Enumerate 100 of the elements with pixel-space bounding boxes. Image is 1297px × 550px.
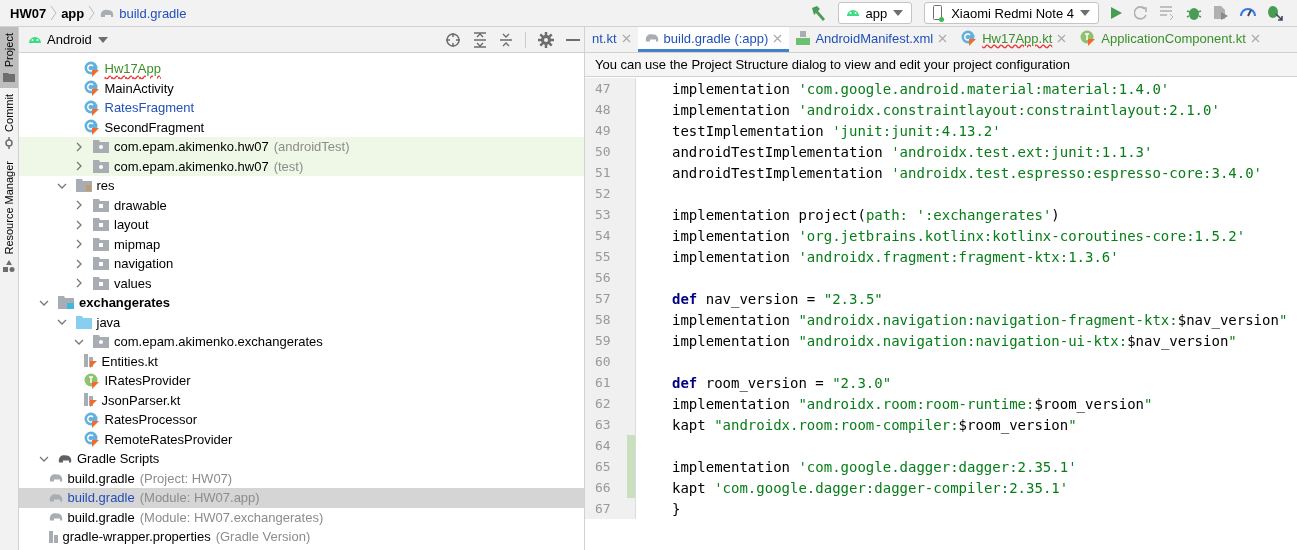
class-icon [961, 30, 978, 46]
line-number: 56 [585, 267, 636, 288]
bug-icon[interactable] [1186, 6, 1202, 20]
commit-icon [3, 137, 15, 150]
code-line: implementation 'com.google.android.material:material:1.4.0' [672, 80, 1170, 97]
tree-item[interactable]: mipmap [114, 236, 161, 252]
bug-arrow-icon[interactable] [1268, 5, 1283, 21]
line-number: 67 [585, 498, 636, 519]
line-number: 57 [585, 288, 636, 309]
tree-item[interactable]: com.epam.akimenko.hw07 [114, 158, 269, 174]
device-dropdown[interactable]: Xiaomi Redmi Note 4 [924, 2, 1099, 24]
line-number: 52 [585, 183, 636, 204]
code-line: androidTestImplementation 'androidx.test.ext:junit:1.1.3' [672, 143, 1153, 160]
file-icon [48, 530, 58, 543]
run-configuration-dropdown[interactable]: app [838, 2, 913, 24]
tree-item[interactable]: com.epam.akimenko.exchangerates [114, 334, 323, 350]
run-icon[interactable] [1111, 7, 1122, 19]
code-line: implementation "androidx.navigation:navigation-ui-ktx:$nav_version" [672, 332, 1237, 349]
breadcrumb-item[interactable]: HW07 [10, 5, 47, 21]
code-line: implementation "androidx.navigation:navigation-fragment-ktx:$nav_version" [672, 311, 1288, 328]
tree-item[interactable]: navigation [114, 256, 174, 272]
gauge-icon[interactable] [1240, 8, 1256, 18]
expand-all-icon[interactable] [473, 31, 487, 48]
package-icon [93, 335, 109, 349]
folder-icon [93, 198, 109, 212]
tree-item[interactable]: Gradle Scripts [77, 451, 160, 467]
line-number: 47 [585, 78, 636, 99]
code-line: } [672, 500, 681, 517]
breadcrumb-item[interactable]: build.gradle [99, 5, 187, 21]
line-number: 61 [585, 372, 636, 393]
collapse-all-icon[interactable] [499, 32, 513, 47]
project-view-dropdown[interactable]: Android [29, 32, 108, 47]
tab-label: build.gradle (:app) [663, 30, 769, 46]
tree-item-note: (Project: HW07) [139, 470, 233, 486]
tree-item[interactable]: build.gradle [67, 470, 135, 486]
phone-icon [933, 4, 946, 22]
file-icon [83, 354, 97, 369]
tree-item[interactable]: SecondFragment [104, 119, 205, 135]
code-line: kapt 'com.google.dagger:dagger-compiler:2.35.1' [672, 479, 1069, 496]
code-line: implementation 'androidx.constraintlayout:constraintlayout:2.1.0' [672, 101, 1220, 118]
tree-item[interactable]: build.gradle [67, 509, 135, 525]
code-line: implementation project(path: ':exchangerates') [672, 206, 1060, 223]
tree-item[interactable]: exchangerates [79, 295, 171, 311]
settings-icon[interactable] [538, 31, 554, 48]
shapes-icon [3, 259, 15, 272]
change-marker[interactable] [627, 477, 635, 498]
line-number: 62 [585, 393, 636, 414]
chevron-icon[interactable] [74, 278, 84, 289]
tree-item[interactable]: res [96, 178, 115, 194]
file-icon [83, 393, 97, 408]
minimize-icon[interactable] [566, 38, 580, 41]
editor-tab[interactable]: build.gradle (:app) [637, 27, 790, 52]
editor-tab[interactable]: nt.kt [585, 27, 638, 52]
chevron-icon[interactable] [74, 200, 84, 211]
crosshair-icon[interactable] [445, 31, 461, 48]
breadcrumb-item[interactable]: app [61, 5, 85, 21]
tree-item-note: (Gradle Version) [215, 529, 311, 545]
manifest-file-icon [796, 31, 811, 45]
tree-item[interactable]: MainActivity [104, 80, 174, 96]
tree-item[interactable]: values [114, 275, 152, 291]
tree-item[interactable]: JsonParser.kt [101, 392, 181, 408]
editor-tab[interactable]: AndroidManifest.xml [789, 27, 955, 52]
tool-window-tab[interactable]: Resource Manager [0, 155, 18, 278]
android-icon [847, 10, 860, 16]
tree-item[interactable]: drawable [114, 197, 167, 213]
close-icon[interactable] [773, 33, 783, 43]
line-number: 55 [585, 246, 636, 267]
chevron-icon[interactable] [74, 258, 84, 269]
chevron-icon[interactable] [74, 141, 84, 152]
tool-window-tab[interactable]: Commit [0, 88, 18, 156]
tree-item[interactable]: com.epam.akimenko.hw07 [114, 139, 269, 155]
tree-item[interactable]: build.gradle [67, 490, 135, 506]
caret-icon [1080, 10, 1090, 16]
tree-item-note: (test) [273, 158, 304, 174]
tree-item[interactable]: java [96, 314, 121, 330]
tree-item[interactable]: RatesProcessor [104, 412, 197, 428]
tab-label: Hw17App.kt [982, 30, 1053, 46]
folder-icon [93, 257, 109, 271]
tree-item[interactable]: gradle-wrapper.properties [62, 529, 211, 545]
chevron-icon[interactable] [74, 239, 84, 250]
tree-item[interactable]: Hw17App [104, 61, 161, 77]
tree-item[interactable]: layout [114, 217, 149, 233]
tree-item[interactable]: Entities.kt [101, 353, 158, 369]
breadcrumb-separator-icon [50, 5, 58, 21]
code-line: def room_version = "2.3.0" [672, 374, 892, 391]
editor-tab[interactable]: ApplicationComponent.kt [1073, 27, 1267, 52]
tool-window-tab[interactable]: Project [0, 27, 18, 89]
chevron-icon[interactable] [74, 219, 84, 230]
tree-item[interactable]: IRatesProvider [104, 373, 191, 389]
editor-tab[interactable]: Hw17App.kt [954, 27, 1074, 52]
change-marker[interactable] [627, 435, 635, 456]
tree-item[interactable]: RemoteRatesProvider [104, 431, 233, 447]
line-number: 50 [585, 141, 636, 162]
code-line: implementation "androidx.room:room-runtime:$room_version" [672, 395, 1153, 412]
class-icon [83, 99, 100, 116]
tab-label: nt.kt [592, 30, 617, 46]
line-number: 51 [585, 162, 636, 183]
folder-icon [3, 72, 15, 83]
chevron-icon[interactable] [74, 161, 84, 172]
tree-item[interactable]: RatesFragment [104, 100, 195, 116]
